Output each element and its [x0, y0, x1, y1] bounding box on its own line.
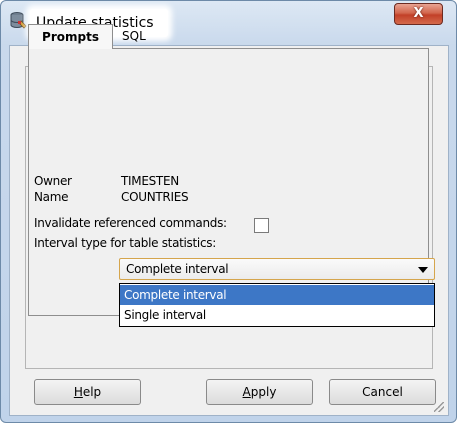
- cancel-button[interactable]: Cancel: [329, 379, 436, 405]
- apply-button[interactable]: Apply: [206, 379, 313, 405]
- invalidate-checkbox[interactable]: [254, 218, 269, 233]
- apply-label-rest: pply: [250, 385, 277, 399]
- apply-mnemonic: A: [242, 385, 251, 399]
- database-icon: [10, 12, 27, 29]
- owner-value: TIMESTEN: [121, 174, 179, 188]
- help-button[interactable]: Help: [34, 379, 141, 405]
- chevron-down-icon[interactable]: [418, 267, 428, 273]
- interval-type-label: Interval type for table statistics:: [34, 236, 216, 250]
- help-mnemonic: H: [73, 385, 83, 399]
- update-statistics-dialog: Update statistics X Prompts SQL Owner TI…: [0, 0, 457, 423]
- name-label: Name: [34, 190, 69, 204]
- tab-sql[interactable]: SQL: [122, 24, 146, 49]
- tab-prompts[interactable]: Prompts: [28, 24, 113, 49]
- interval-type-dropdown-list: Complete interval Single interval: [119, 283, 435, 327]
- owner-label: Owner: [34, 174, 72, 188]
- invalidate-label: Invalidate referenced commands:: [34, 216, 227, 230]
- resize-grip[interactable]: [434, 402, 444, 412]
- name-value: COUNTRIES: [121, 190, 189, 204]
- interval-type-select[interactable]: Complete interval: [119, 258, 435, 280]
- option-complete-interval[interactable]: Complete interval: [120, 285, 434, 305]
- close-button[interactable]: X: [394, 3, 443, 25]
- interval-type-selected-value: Complete interval: [126, 262, 229, 276]
- help-label-rest: elp: [82, 385, 102, 399]
- option-single-interval[interactable]: Single interval: [120, 305, 434, 325]
